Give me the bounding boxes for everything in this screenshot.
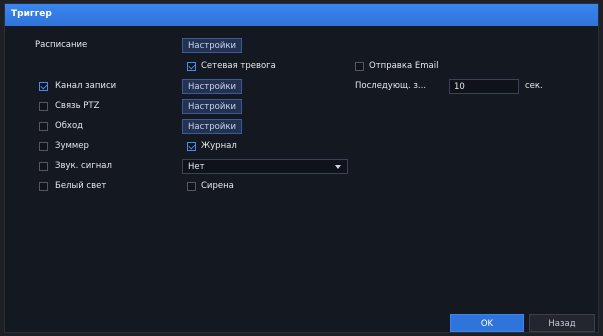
log-label: Журнал	[201, 141, 237, 151]
ok-button[interactable]: OK	[450, 314, 524, 332]
post-record-unit: сек.	[525, 81, 543, 91]
record-channel-checkbox[interactable]	[39, 82, 48, 91]
sound-select-value: Нет	[188, 162, 205, 172]
ptz-label: Связь PTZ	[55, 101, 100, 111]
log-checkbox[interactable]	[187, 142, 196, 151]
network-alarm-checkbox[interactable]	[187, 62, 196, 71]
ptz-checkbox[interactable]	[39, 102, 48, 111]
trigger-dialog: Триггер Расписание Настройки Сетевая тре…	[4, 3, 599, 333]
buzzer-label: Зуммер	[55, 141, 89, 151]
back-button[interactable]: Назад	[529, 314, 595, 332]
ptz-settings-button[interactable]: Настройки	[182, 99, 243, 114]
email-checkbox[interactable]	[355, 62, 364, 71]
chevron-down-icon	[335, 165, 341, 169]
network-alarm-label: Сетевая тревога	[201, 61, 276, 71]
schedule-label: Расписание	[35, 40, 88, 50]
dialog-body: Расписание Настройки Сетевая тревога Отп…	[5, 26, 598, 332]
record-channel-settings-button[interactable]: Настройки	[182, 79, 243, 94]
sound-select[interactable]: Нет	[182, 159, 348, 174]
sound-label: Звук. сигнал	[55, 161, 112, 171]
tour-checkbox[interactable]	[39, 122, 48, 131]
tour-label: Обход	[55, 121, 84, 131]
tour-settings-button[interactable]: Настройки	[182, 119, 243, 134]
white-light-label: Белый свет	[55, 181, 107, 191]
white-light-checkbox[interactable]	[39, 182, 48, 191]
siren-checkbox[interactable]	[187, 182, 196, 191]
buzzer-checkbox[interactable]	[39, 142, 48, 151]
siren-label: Сирена	[201, 181, 234, 191]
email-label: Отправка Email	[369, 61, 439, 71]
dialog-title: Триггер	[11, 9, 52, 19]
sound-checkbox[interactable]	[39, 162, 48, 171]
post-record-label: Последующ. з...	[355, 81, 427, 91]
record-channel-label: Канал записи	[55, 81, 117, 91]
schedule-settings-button[interactable]: Настройки	[182, 38, 243, 53]
post-record-input[interactable]: 10	[449, 79, 519, 94]
dialog-titlebar: Триггер	[5, 4, 598, 26]
